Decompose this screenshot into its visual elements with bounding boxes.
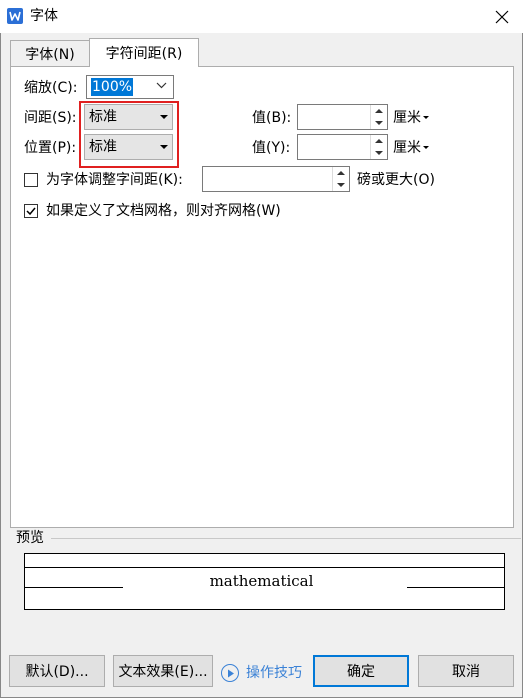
wps-writer-icon — [7, 8, 23, 24]
tab-character-spacing-label: 字符间距(R) — [105, 46, 183, 62]
preview-rule-top — [24, 567, 505, 568]
tips-link[interactable]: 操作技巧 — [246, 664, 302, 682]
spacing-unit-label: 厘米 — [393, 110, 421, 126]
spin-down-button[interactable] — [371, 117, 387, 129]
title-bar — [0, 0, 523, 33]
spacing-amount-label: 值(B): — [252, 110, 292, 126]
ok-button-label: 确定 — [347, 664, 375, 680]
text-effects-button[interactable]: 文本效果(E)... — [113, 655, 213, 687]
arrow-up-icon — [375, 139, 383, 143]
dropdown-arrow-icon — [160, 115, 168, 119]
preview-separator — [51, 538, 521, 539]
kerning-checkbox[interactable] — [24, 173, 38, 187]
default-button-label: 默认(D)... — [25, 664, 89, 680]
spin-up-button[interactable] — [371, 105, 387, 117]
tab-character-spacing[interactable]: 字符间距(R) — [89, 38, 199, 67]
ok-button[interactable]: 确定 — [313, 655, 409, 687]
position-label: 位置(P): — [24, 140, 77, 156]
spacing-unit[interactable]: 厘米 — [393, 109, 421, 127]
spacing-dropdown[interactable]: 标准 — [84, 104, 173, 130]
kerning-spinner[interactable] — [202, 166, 350, 192]
default-button[interactable]: 默认(D)... — [9, 655, 105, 687]
spacing-dropdown-value: 标准 — [89, 109, 117, 125]
preview-label: 预览 — [16, 530, 44, 546]
arrow-up-icon — [337, 171, 345, 175]
position-dropdown[interactable]: 标准 — [84, 134, 173, 160]
position-amount-label: 值(Y): — [252, 140, 291, 156]
snap-to-grid-label[interactable]: 如果定义了文档网格，则对齐网格(W) — [46, 202, 281, 220]
position-dropdown-value: 标准 — [89, 139, 117, 155]
position-amount-spinner[interactable] — [297, 134, 388, 160]
kerning-suffix: 磅或更大(O) — [357, 172, 435, 188]
snap-to-grid-checkbox[interactable] — [24, 204, 38, 218]
scale-label: 缩放(C): — [24, 80, 78, 96]
cancel-button-label: 取消 — [452, 664, 480, 680]
spin-up-button[interactable] — [333, 167, 349, 179]
dropdown-arrow-icon — [160, 145, 168, 149]
unit-dropdown-icon[interactable] — [423, 116, 429, 119]
cancel-button[interactable]: 取消 — [418, 655, 514, 687]
spin-down-button[interactable] — [333, 179, 349, 191]
arrow-down-icon — [375, 121, 383, 125]
kerning-label[interactable]: 为字体调整字间距(K): — [46, 171, 183, 189]
unit-dropdown-icon[interactable] — [423, 146, 429, 149]
scale-value[interactable]: 100% — [91, 78, 134, 96]
preview-sample-text: mathematical — [209, 572, 314, 590]
tab-font[interactable]: 字体(N) — [10, 40, 90, 66]
position-unit-label: 厘米 — [393, 140, 421, 156]
text-effects-button-label: 文本效果(E)... — [118, 664, 208, 680]
spacing-amount-spinner[interactable] — [297, 104, 388, 130]
close-icon — [495, 10, 508, 23]
spacing-label: 间距(S): — [24, 110, 77, 126]
play-icon[interactable] — [221, 664, 239, 682]
arrow-down-icon — [375, 151, 383, 155]
spin-down-button[interactable] — [371, 147, 387, 159]
arrow-down-icon — [337, 183, 345, 187]
checkmark-icon — [26, 207, 36, 216]
close-button[interactable] — [480, 0, 523, 33]
arrow-up-icon — [375, 109, 383, 113]
chevron-down-icon[interactable] — [156, 82, 167, 89]
window-title: 字体 — [30, 8, 58, 24]
tab-font-label: 字体(N) — [25, 46, 75, 63]
spin-up-button[interactable] — [371, 135, 387, 147]
position-unit[interactable]: 厘米 — [393, 139, 421, 157]
